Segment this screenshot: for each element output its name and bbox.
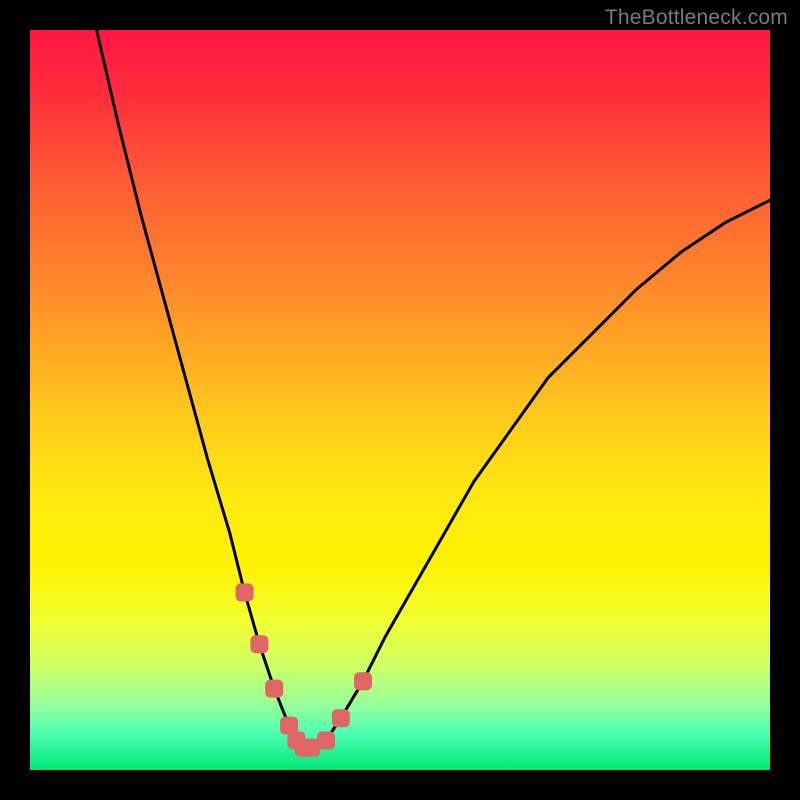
highlight-marker xyxy=(236,583,254,601)
highlight-marker xyxy=(265,680,283,698)
highlight-marker xyxy=(317,731,335,749)
highlight-marker xyxy=(332,709,350,727)
chart-frame xyxy=(30,30,770,770)
chart-background xyxy=(30,30,770,770)
bottleneck-chart xyxy=(30,30,770,770)
watermark-text: TheBottleneck.com xyxy=(605,6,788,30)
highlight-marker xyxy=(354,672,372,690)
highlight-marker xyxy=(250,635,268,653)
